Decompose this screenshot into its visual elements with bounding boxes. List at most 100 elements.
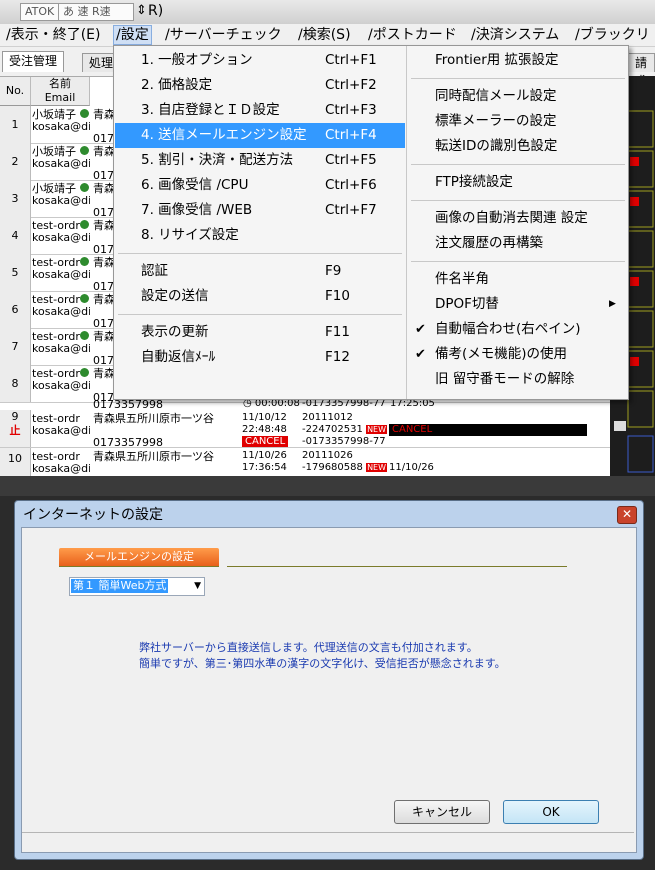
menu-item-label: 認証 [141, 263, 168, 279]
menu-item-shortcut: Ctrl+F1 [325, 52, 377, 68]
dialog-status-strip [22, 832, 634, 851]
row-number: 10 [0, 448, 31, 476]
settings-menu-extra-item-9[interactable]: DPOF切替 ▶ [409, 292, 626, 317]
order-id: -179680588 NEW [302, 462, 388, 473]
settings-menu-extra-item-6[interactable]: 画像の自動消去関連 設定 [409, 206, 626, 231]
menu-item-label: 表示の更新 [141, 324, 209, 340]
engine-description-line-1: 弊社サーバーから直接送信します。代理送信の文言も付加されます。 [139, 641, 478, 654]
ime-mode-indicator[interactable]: あ 速 R速 [58, 3, 134, 21]
menu-item-shortcut: Ctrl+F2 [325, 77, 377, 93]
settings-menu-extra-item-10[interactable]: ✔ 自動幅合わせ(右ペイン) [409, 317, 626, 342]
customer-email: kosaka@di [32, 194, 90, 207]
menu-item-label: FTP接続設定 [435, 174, 513, 190]
settings-menu-extra-item-4[interactable]: 転送IDの識別色設定 [409, 134, 626, 159]
settings-menu-item-10[interactable]: 設定の送信 F10 [115, 284, 405, 309]
menu-item-shortcut: Ctrl+F6 [325, 177, 377, 193]
customer-email: kosaka@di [32, 305, 90, 318]
settings-menu-item-8[interactable]: 8. リサイズ設定 [115, 223, 405, 248]
menu-server-check[interactable]: /サーバーチェック [163, 26, 284, 44]
settings-menu-item-1[interactable]: 1. 一般オプション Ctrl+F1 [115, 48, 405, 73]
menu-item-shortcut: F12 [325, 349, 350, 365]
settings-menu-item-9[interactable]: 認証 F9 [115, 259, 405, 284]
settings-menu-item-7[interactable]: 7. 画像受信 /WEB Ctrl+F7 [115, 198, 405, 223]
column-header-name[interactable]: 名前 [31, 77, 90, 92]
ime-toolbar-label[interactable]: ATOK [20, 3, 60, 21]
row-number: 3 [0, 180, 31, 217]
settings-menu-item-4[interactable]: 4. 送信メールエンジン設定 Ctrl+F4 [115, 123, 405, 148]
settings-menu-extra-item-5[interactable]: FTP接続設定 [409, 170, 626, 195]
settings-menu-extra-item-1[interactable]: Frontier用 拡張設定 [409, 48, 626, 73]
tab-order-management[interactable]: 受注管理 [2, 51, 65, 72]
order-number: 20111026 [302, 450, 353, 461]
settings-menu-item-2[interactable]: 2. 価格設定 Ctrl+F2 [115, 73, 405, 98]
table-row[interactable]: 10 test-ordr kosaka@di 青森県五所川原市一ツ谷 11/10… [0, 448, 610, 476]
dialog-screenshot-backdrop: インターネットの設定 ✕ メールエンジンの設定 第１ 簡単Web方式 ▼ 弊社サ… [0, 476, 655, 870]
menu-search[interactable]: /検索(S) [296, 26, 353, 44]
status-dot-icon [80, 368, 89, 377]
title-bar: ATOK あ 速 R速 ⇕ R) [0, 0, 655, 25]
row-number: 7 [0, 328, 31, 365]
order-id: -224702531 NEW [302, 424, 388, 435]
ime-expand-icon[interactable]: ⇕ [136, 3, 147, 18]
engine-description-line-2: 簡単ですが、第三･第四水準の漢字の文字化け、受信拒否が懸念されます。 [139, 657, 506, 670]
menu-item-label: 8. リサイズ設定 [141, 227, 239, 243]
row-number: 5 [0, 254, 31, 291]
status-dot-icon [80, 146, 89, 155]
settings-dropdown-menu: 1. 一般オプション Ctrl+F1 2. 価格設定 Ctrl+F2 3. 自店登録とＩ… [113, 45, 629, 400]
menu-item-label: 旧 留守番モードの解除 [435, 371, 575, 387]
checkmark-icon: ✔ [415, 322, 426, 337]
column-header-no[interactable]: No. [0, 77, 31, 106]
settings-menu-extra-item-2[interactable]: 同時配信メール設定 [409, 84, 626, 109]
tab-billing[interactable]: 請求 [628, 53, 655, 88]
settings-menu-item-3[interactable]: 3. 自店登録とＩＤ設定 Ctrl+F3 [115, 98, 405, 123]
menu-item-label: 自動返信ﾒｰﾙ [141, 349, 216, 365]
dialog-client-area: メールエンジンの設定 第１ 簡単Web方式 ▼ 弊社サーバーから直接送信します。… [21, 527, 637, 853]
mail-engine-select[interactable]: 第１ 簡単Web方式 ▼ [69, 577, 205, 596]
mail-engine-selected-value: 第１ 簡単Web方式 [71, 579, 169, 593]
customer-address: 青森県五所川原市一ツ谷 [93, 450, 214, 463]
settings-menu-item-5[interactable]: 5. 割引・決済・配送方法 Ctrl+F5 [115, 148, 405, 173]
settings-menu-extra-item-11[interactable]: ✔ 備考(メモ機能)の使用 [409, 342, 626, 367]
backdrop-strip [0, 476, 655, 496]
internet-settings-dialog: インターネットの設定 ✕ メールエンジンの設定 第１ 簡単Web方式 ▼ 弊社サ… [14, 500, 644, 860]
status-dot-icon [80, 183, 89, 192]
cancel-status-bar: CANCEL [389, 424, 436, 435]
settings-menu-extra-item-8[interactable]: 件名半角 [409, 267, 626, 292]
close-icon[interactable]: ✕ [617, 506, 637, 524]
customer-email: kosaka@di [32, 157, 90, 170]
menu-item-label: 標準メーラーの設定 [435, 113, 557, 129]
column-header-email[interactable]: Email [31, 91, 90, 106]
settings-menu-item-11[interactable]: 表示の更新 F11 [115, 320, 405, 345]
order-date-2: 11/10/26 [389, 462, 434, 473]
customer-email: kosaka@di [32, 268, 90, 281]
settings-menu-extra-item-12[interactable]: 旧 留守番モードの解除 [409, 367, 626, 392]
settings-menu-item-6[interactable]: 6. 画像受信 /CPU Ctrl+F6 [115, 173, 405, 198]
menu-payment-system[interactable]: /決済システム [469, 26, 561, 44]
settings-menu-item-12[interactable]: 自動返信ﾒｰﾙ F12 [115, 345, 405, 370]
order-date: 11/10/12 [242, 412, 287, 423]
menu-blacklist[interactable]: /ブラックリ [573, 26, 652, 44]
cancel-button[interactable]: キャンセル [394, 800, 490, 824]
menu-postcard[interactable]: /ポストカード [366, 26, 459, 44]
table-row[interactable]: 9 止 test-ordr kosaka@di 青森県五所川原市一ツ谷 0173… [0, 410, 610, 449]
main-window-screenshot: ATOK あ 速 R速 ⇕ R) /表示・終了(E) /設定 /サーバーチェック… [0, 0, 655, 476]
menu-item-label: 1. 一般オプション [141, 52, 253, 68]
menu-item-label: 2. 価格設定 [141, 77, 213, 93]
menu-item-label: 4. 送信メールエンジン設定 [141, 127, 307, 143]
order-time: 22:48:48 [242, 424, 287, 435]
settings-menu-extra-item-3[interactable]: 標準メーラーの設定 [409, 109, 626, 134]
menu-view-exit[interactable]: /表示・終了(E) [4, 26, 103, 44]
settings-menu-extra-item-7[interactable]: 注文履歴の再構築 [409, 231, 626, 256]
menu-separator [118, 253, 402, 254]
order-date: 11/10/26 [242, 450, 287, 461]
customer-email: kosaka@di [32, 462, 90, 475]
ok-button[interactable]: OK [503, 800, 599, 824]
menu-item-label: DPOF切替 [435, 296, 499, 312]
chevron-down-icon: ▼ [194, 581, 201, 591]
menu-item-shortcut: Ctrl+F5 [325, 152, 377, 168]
menu-settings[interactable]: /設定 [113, 25, 152, 45]
submenu-arrow-icon: ▶ [609, 299, 616, 309]
mail-engine-section-label: メールエンジンの設定 [59, 548, 219, 566]
menu-separator [118, 314, 402, 315]
stop-mark-icon: 止 [9, 424, 21, 437]
